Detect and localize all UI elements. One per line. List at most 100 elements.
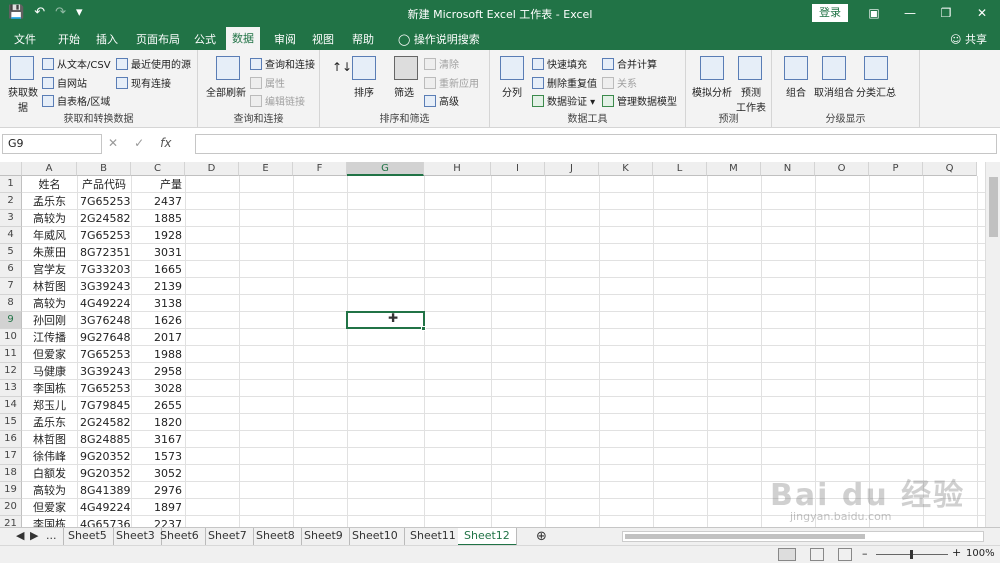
column-header-d[interactable]: D [185, 162, 239, 176]
cell[interactable]: 9G20352 [77, 465, 131, 482]
cell[interactable]: 2237 [131, 516, 185, 527]
cell[interactable]: 2G24582 [77, 414, 131, 431]
formula-input[interactable] [195, 134, 997, 154]
maximize-button[interactable]: ❐ [928, 0, 964, 27]
share-button[interactable]: ☺ 共享 [944, 30, 993, 50]
row-header[interactable]: 5 [0, 244, 22, 261]
cell[interactable]: 1665 [131, 261, 185, 278]
filter-icon[interactable] [394, 56, 418, 80]
cell[interactable]: 2655 [131, 397, 185, 414]
zoom-in-icon[interactable]: + [952, 546, 961, 559]
cell[interactable]: 高较为 [22, 482, 77, 499]
data-validation-button[interactable]: 数据验证 ▾ [532, 93, 595, 108]
cell[interactable]: 朱蔗田 [22, 244, 77, 261]
minimize-button[interactable]: — [892, 0, 928, 27]
row-header[interactable]: 3 [0, 210, 22, 227]
cell[interactable]: 林哲图 [22, 431, 77, 448]
sheet-tab-sheet6[interactable]: Sheet6 [154, 528, 206, 546]
cell[interactable]: 3G39243 [77, 278, 131, 295]
tab-formulas[interactable]: 公式 [188, 30, 222, 50]
fill-handle[interactable] [421, 326, 426, 331]
cell[interactable]: 1928 [131, 227, 185, 244]
group-button[interactable]: 组合 [786, 84, 806, 99]
clear-filter-button[interactable]: 清除 [424, 56, 459, 71]
sort-az-icon[interactable]: ↑↓ [332, 60, 352, 74]
cell[interactable]: 8G41389 [77, 482, 131, 499]
tab-file[interactable]: 文件 [8, 30, 42, 50]
column-header-e[interactable]: E [239, 162, 293, 176]
tab-view[interactable]: 视图 [306, 30, 340, 50]
cell[interactable]: 1820 [131, 414, 185, 431]
row-header[interactable]: 18 [0, 465, 22, 482]
queries-connections-button[interactable]: 查询和连接 [250, 56, 315, 71]
sheet-tab-sheet9[interactable]: Sheet9 [298, 528, 350, 546]
sort-button[interactable]: 排序 [354, 84, 374, 99]
selected-cell[interactable]: ✚ [346, 311, 425, 329]
column-header-i[interactable]: I [491, 162, 545, 176]
horizontal-scrollbar[interactable] [622, 531, 984, 542]
cell[interactable]: 8G72351 [77, 244, 131, 261]
what-if-icon[interactable] [700, 56, 724, 80]
zoom-out-icon[interactable]: – [862, 547, 868, 560]
refresh-all-icon[interactable] [216, 56, 240, 80]
cell[interactable]: 郑玉儿 [22, 397, 77, 414]
cell[interactable]: 孟乐东 [22, 414, 77, 431]
tab-page-layout[interactable]: 页面布局 [130, 30, 186, 50]
page-break-view-icon[interactable] [838, 548, 852, 561]
cell[interactable]: 白额发 [22, 465, 77, 482]
from-web-button[interactable]: 自网站 [42, 75, 87, 90]
column-header-c[interactable]: C [131, 162, 185, 176]
row-header[interactable]: 20 [0, 499, 22, 516]
close-button[interactable]: ✕ [964, 0, 1000, 27]
row-header[interactable]: 8 [0, 295, 22, 312]
tab-review[interactable]: 审阅 [268, 30, 302, 50]
cell[interactable]: 江传播 [22, 329, 77, 346]
cell[interactable]: 2G24582 [77, 210, 131, 227]
row-header[interactable]: 14 [0, 397, 22, 414]
subtotal-button[interactable]: 分类汇总 [856, 84, 896, 99]
cell[interactable]: 2976 [131, 482, 185, 499]
zoom-slider-thumb[interactable] [910, 550, 913, 559]
enter-icon[interactable]: ✓ [134, 136, 144, 150]
ungroup-icon[interactable] [822, 56, 846, 80]
cell[interactable]: 2437 [131, 193, 185, 210]
flash-fill-button[interactable]: 快速填充 [532, 56, 587, 71]
row-header[interactable]: 10 [0, 329, 22, 346]
from-text-button[interactable]: 从文本/CSV [42, 56, 111, 71]
row-header[interactable]: 1 [0, 176, 22, 193]
existing-connections-button[interactable]: 现有连接 [116, 75, 171, 90]
cell[interactable]: 7G33203 [77, 261, 131, 278]
advanced-filter-button[interactable]: 高级 [424, 93, 459, 108]
page-layout-view-icon[interactable] [810, 548, 824, 561]
sheet-tab-sheet12[interactable]: Sheet12 [458, 528, 517, 546]
row-header[interactable]: 9 [0, 312, 22, 329]
cell[interactable]: 3052 [131, 465, 185, 482]
row-header[interactable]: 19 [0, 482, 22, 499]
cell[interactable]: 4G49224 [77, 295, 131, 312]
name-box[interactable]: G9 [2, 134, 102, 154]
row-header[interactable]: 6 [0, 261, 22, 278]
tab-data[interactable]: 数据 [226, 27, 260, 50]
text-to-columns-icon[interactable] [500, 56, 524, 80]
column-header-p[interactable]: P [869, 162, 923, 176]
column-header-m[interactable]: M [707, 162, 761, 176]
tab-home[interactable]: 开始 [52, 30, 86, 50]
cell[interactable]: 孟乐东 [22, 193, 77, 210]
cell[interactable]: 1885 [131, 210, 185, 227]
cell[interactable]: 3G76248 [77, 312, 131, 329]
cell[interactable]: 产量 [131, 176, 185, 193]
cell[interactable]: 2017 [131, 329, 185, 346]
sheet-tab-sheet8[interactable]: Sheet8 [250, 528, 302, 546]
sheet-tab-sheet11[interactable]: Sheet11 [404, 528, 463, 546]
cell[interactable]: 3028 [131, 380, 185, 397]
column-header-g[interactable]: G [347, 162, 424, 176]
sheet-tab-sheet5[interactable]: Sheet5 [62, 528, 114, 546]
row-header[interactable]: 13 [0, 380, 22, 397]
edit-links-button[interactable]: 编辑链接 [250, 93, 305, 108]
select-all-corner[interactable] [0, 162, 22, 176]
column-header-h[interactable]: H [424, 162, 491, 176]
cell[interactable]: 但爱家 [22, 346, 77, 363]
cell[interactable]: 但爱家 [22, 499, 77, 516]
cell[interactable]: 李国栋 [22, 380, 77, 397]
cell[interactable]: 7G65253 [77, 346, 131, 363]
